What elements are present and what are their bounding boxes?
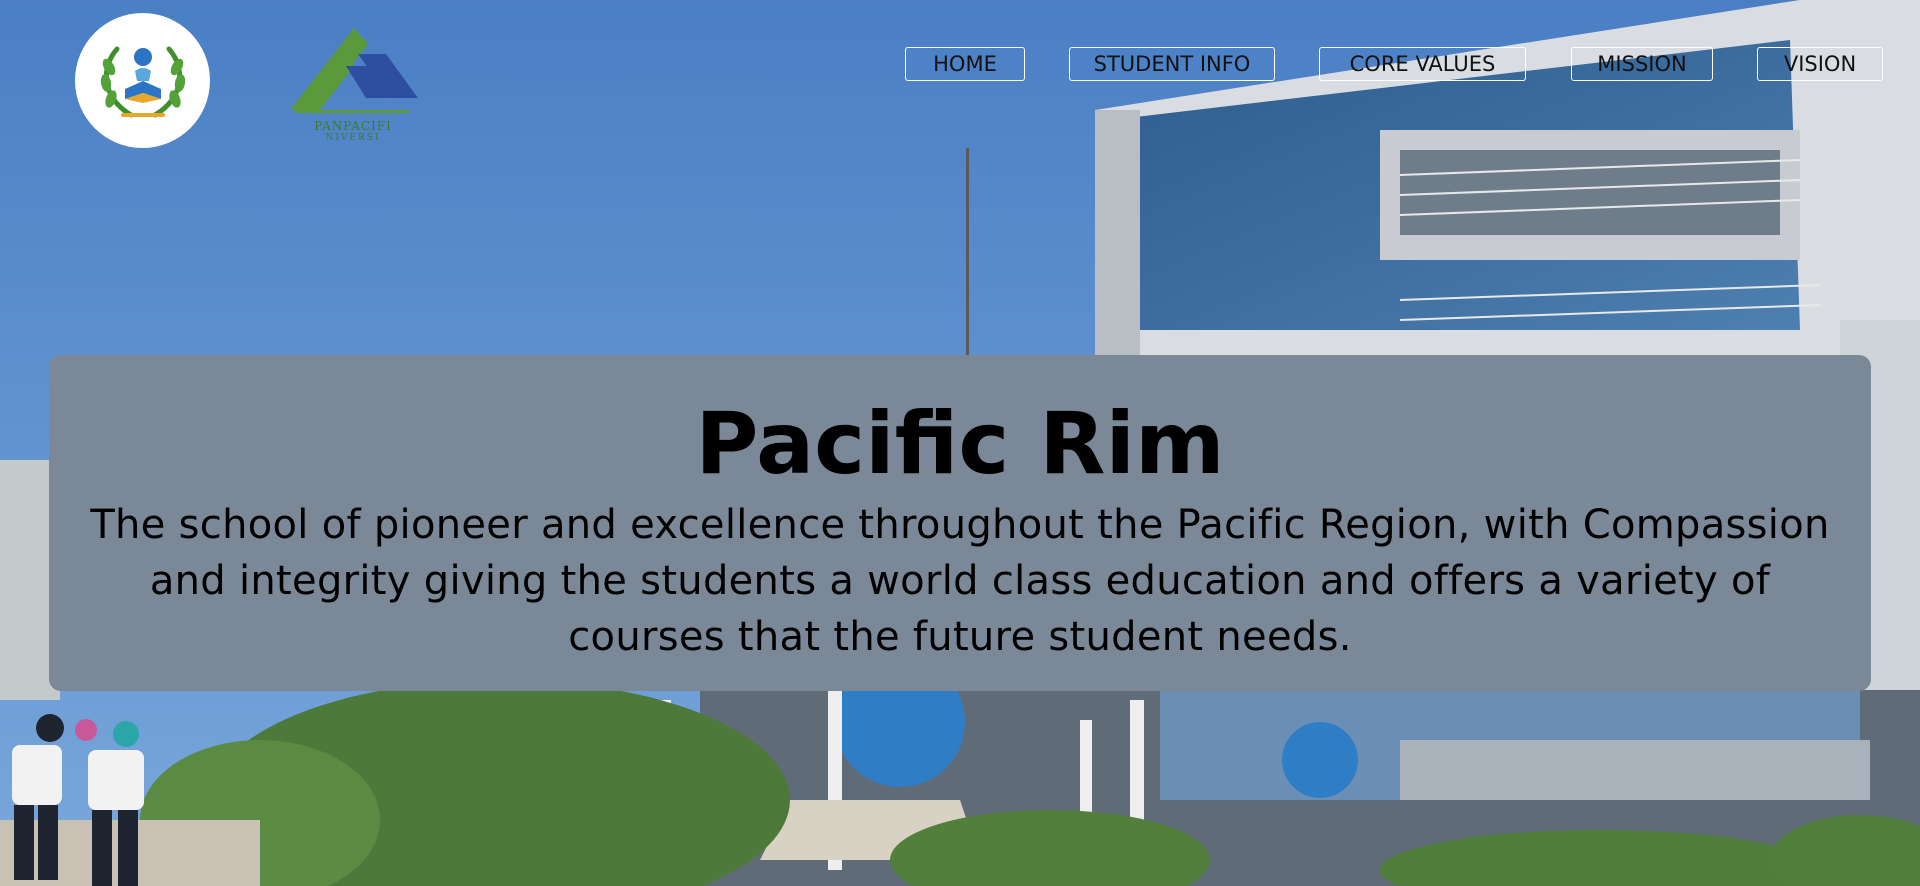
nav-mission-button[interactable]: MISSION (1571, 47, 1713, 81)
nav-vision-button[interactable]: VISION (1757, 47, 1883, 81)
hero-title: Pacific Rim (695, 394, 1225, 494)
hero-description: The school of pioneer and excellence thr… (90, 502, 1830, 660)
brand-text-top: PANPACIFI (314, 119, 392, 133)
main-navigation: HOME STUDENT INFO CORE VALUES MISSION VI… (0, 47, 1920, 83)
brand-text-bottom: NIVERSI (325, 133, 381, 143)
nav-student-info-button[interactable]: STUDENT INFO (1069, 47, 1275, 81)
nav-core-values-button[interactable]: CORE VALUES (1319, 47, 1526, 81)
panpacific-brand-logo[interactable]: PANPACIFI NIVERSI (286, 26, 420, 146)
nav-home-button[interactable]: HOME (905, 47, 1025, 81)
hero-panel: Pacific Rim The school of pioneer and ex… (49, 355, 1871, 691)
